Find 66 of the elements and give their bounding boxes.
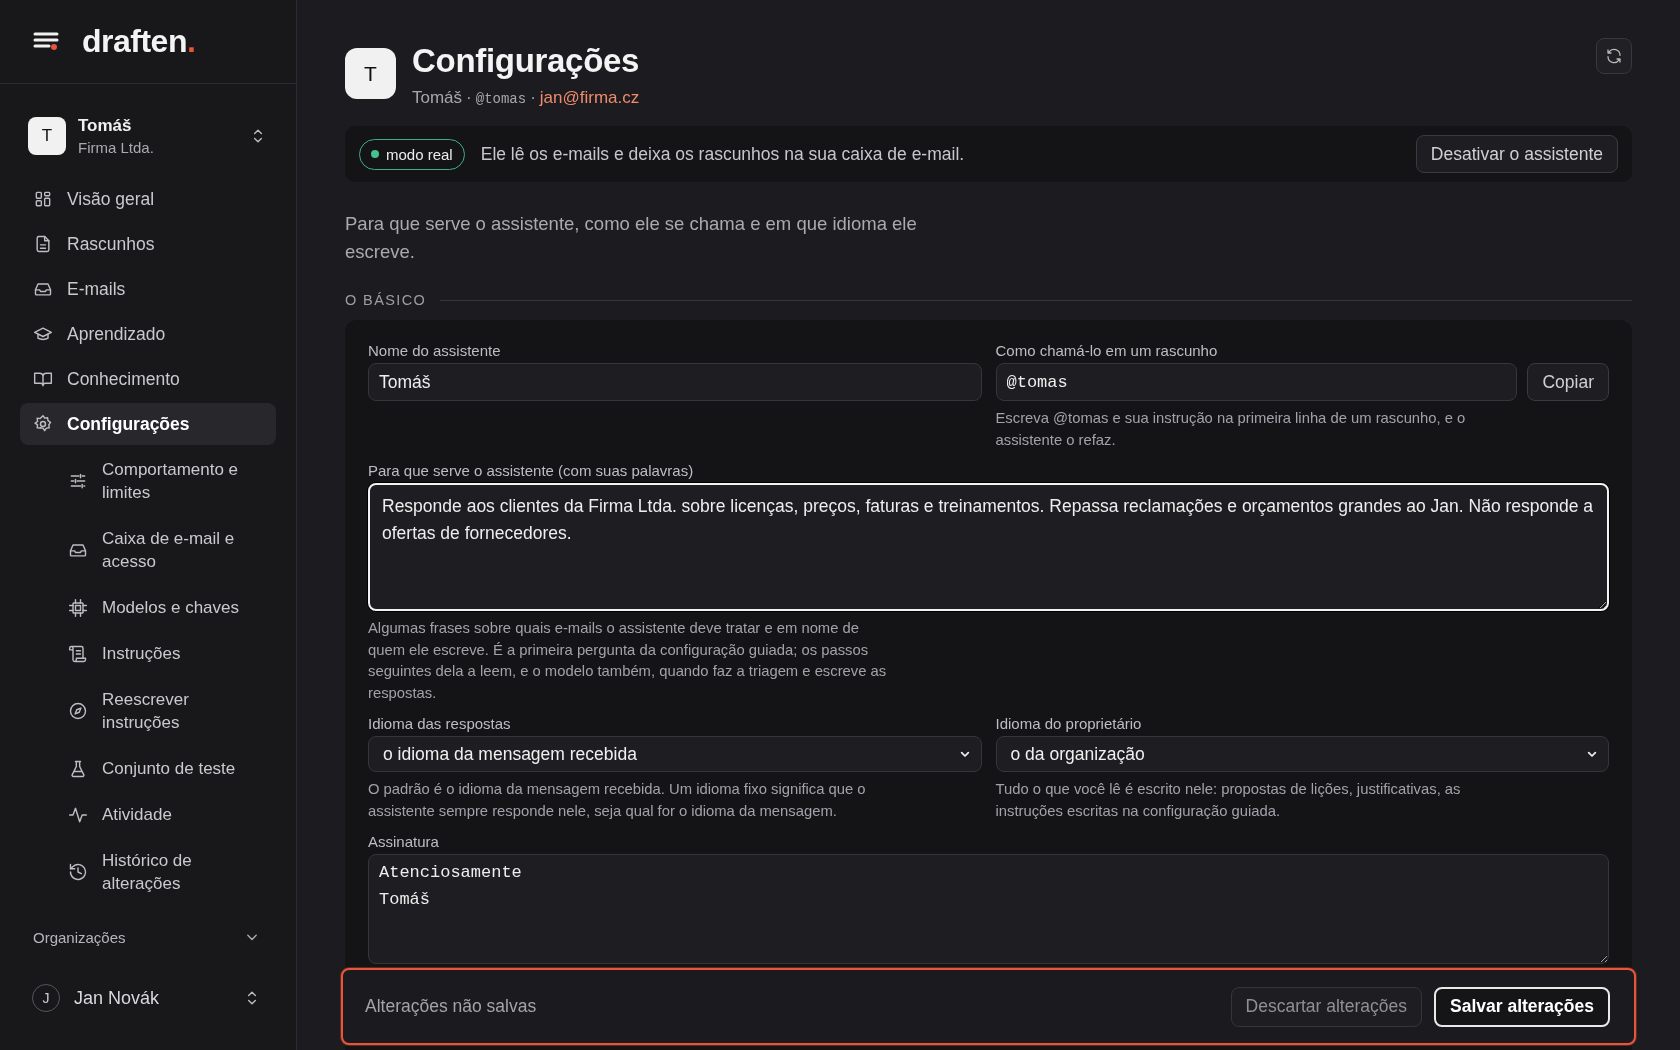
book-icon bbox=[33, 369, 53, 389]
field-label: Assinatura bbox=[368, 833, 440, 850]
nav-item[interactable]: Visão geral bbox=[20, 178, 276, 220]
signature-textarea[interactable]: Atenciosamente Tomáš bbox=[368, 854, 1609, 964]
field-label: Como chamá-lo em um rascunho bbox=[995, 342, 1219, 359]
assistant-avatar: T bbox=[345, 48, 396, 99]
intro-text: Para que serve o assistente, como ele se chama e em que idioma ele escreve. bbox=[345, 212, 918, 264]
discard-button[interactable]: Descartar alterações bbox=[1230, 986, 1422, 1027]
mode-description: Ele lê os e-mails e deixa os rascunhos na sua caixa de e-mail. bbox=[480, 143, 965, 165]
nav-item[interactable]: Atividade bbox=[20, 793, 276, 836]
workspace-avatar: T bbox=[28, 117, 66, 155]
nav-item[interactable]: Comportamento e limites bbox=[20, 448, 276, 514]
menu-icon[interactable] bbox=[33, 31, 60, 52]
document-icon bbox=[33, 234, 53, 254]
organization-name: Firma Ltda. bbox=[78, 139, 154, 156]
brand-logo: draften. bbox=[82, 23, 196, 60]
page-title: Configurações bbox=[412, 42, 640, 80]
nav-item[interactable]: Conjunto de teste bbox=[20, 747, 276, 790]
handle-input[interactable]: @tomas bbox=[995, 363, 1518, 401]
field-label: Nome do assistente bbox=[368, 342, 502, 359]
settings-icon bbox=[33, 414, 53, 434]
copy-button[interactable]: Copiar bbox=[1527, 363, 1609, 401]
nav-item[interactable]: Configurações bbox=[20, 403, 276, 445]
field-hint: O padrão é o idioma da mensagem recebida. Um idioma fixo significa que o assistente sempre responde nele, seja qual for o idioma da mensagem. bbox=[368, 780, 867, 821]
email-address: jan@firma.cz bbox=[539, 88, 640, 108]
nav-item[interactable]: Reescrever instruções bbox=[20, 678, 276, 744]
user-menu[interactable]: J Jan Novák bbox=[32, 984, 262, 1012]
disable-assistant-button[interactable]: Desativar o assistente bbox=[1415, 135, 1618, 173]
nav-item[interactable]: Rascunhos bbox=[20, 223, 276, 265]
field-label: Idioma do proprietário bbox=[995, 715, 1143, 732]
nav-item[interactable]: Histórico de alterações bbox=[20, 839, 276, 905]
nav-item[interactable]: Aprendizado bbox=[20, 313, 276, 355]
purpose-textarea[interactable]: Responde aos clientes da Firma Ltda. sobre licenças, preços, faturas e treinamentos. Repassa reclamações e orçamentos grandes ao Jan. Não responde a ofertas de fornecedores. bbox=[368, 483, 1609, 611]
nav-item[interactable]: Instruções bbox=[20, 632, 276, 675]
field-label: Para que serve o assistente (com suas palavras) bbox=[368, 462, 695, 479]
assistant-handle: @tomas bbox=[475, 91, 527, 107]
flask-icon bbox=[68, 758, 88, 779]
nav-item[interactable]: Modelos e chaves bbox=[20, 586, 276, 629]
refresh-button[interactable] bbox=[1596, 38, 1632, 74]
language-select[interactable]: o idioma da mensagem recebida bbox=[368, 736, 982, 772]
nav-item[interactable]: Conhecimento bbox=[20, 358, 276, 400]
field-hint: Escreva @tomas e sua instrução na primeira linha de um rascunho, e o assistente o refaz. bbox=[995, 409, 1467, 450]
assistant-name: Tomáš bbox=[412, 88, 463, 108]
sliders-icon bbox=[68, 471, 88, 491]
language-select[interactable]: o da organização bbox=[995, 736, 1609, 772]
save-button[interactable]: Salvar alterações bbox=[1434, 986, 1610, 1027]
workspace-switcher[interactable]: T Tomáš Firma Ltda. bbox=[28, 116, 268, 156]
refresh-icon bbox=[1605, 47, 1623, 65]
history-icon bbox=[68, 862, 88, 882]
compass-icon bbox=[68, 701, 88, 721]
name-input[interactable]: Tomáš bbox=[368, 363, 982, 401]
chip-icon bbox=[68, 597, 88, 618]
user-name: Jan Novák bbox=[74, 987, 161, 1009]
separator: · bbox=[530, 88, 536, 108]
nav-item[interactable]: Caixa de e-mail e acesso bbox=[20, 517, 276, 583]
unsaved-changes-text: Alterações não salvas bbox=[365, 996, 537, 1017]
field-hint: Tudo o que você lê é escrito nele: propostas de lições, justificativas, as instruções escritas na configuração guiada. bbox=[995, 780, 1462, 821]
nav-item[interactable]: E-mails bbox=[20, 268, 276, 310]
scroll-icon bbox=[68, 643, 88, 664]
grid-icon bbox=[33, 189, 53, 209]
workspace-name: Tomáš bbox=[78, 116, 133, 136]
field-label: Idioma das respostas bbox=[368, 715, 512, 732]
section-heading: O BÁSICO bbox=[345, 292, 427, 308]
organizations-toggle[interactable]: Organizações bbox=[33, 927, 262, 947]
field-hint: Algumas frases sobre quais e-mails o assistente deve tratar e em nome de quem ele escreve. É a primeira pergunta da configuração guiada; os passos seguintes dela a leem, e o modelo também, quando faz a triagem e escreve as respostas. bbox=[368, 619, 888, 703]
separator: · bbox=[466, 88, 472, 108]
